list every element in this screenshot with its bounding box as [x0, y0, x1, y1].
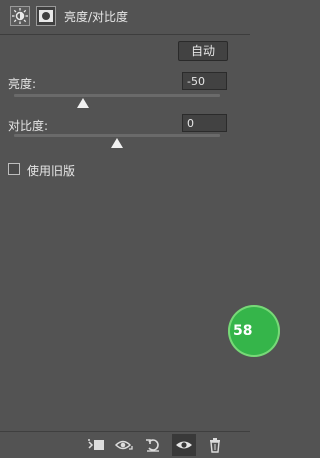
contrast-slider-track[interactable] [14, 134, 220, 137]
panel-footer [0, 431, 250, 458]
legacy-label[interactable]: 使用旧版 [27, 162, 75, 179]
status-badge: 58 [228, 305, 280, 357]
brightness-slider-track[interactable] [14, 94, 220, 97]
clip-to-layer-icon[interactable] [86, 436, 106, 454]
brightness-slider-thumb[interactable] [76, 98, 89, 108]
trash-icon[interactable] [205, 436, 225, 454]
header-divider [0, 34, 250, 35]
panel-header: 亮度/对比度 [0, 0, 250, 34]
visibility-eye-icon[interactable] [172, 434, 196, 456]
view-previous-icon[interactable] [114, 436, 134, 454]
layer-mask-icon[interactable] [36, 6, 56, 26]
reset-icon[interactable] [144, 436, 164, 454]
contrast-label: 对比度: [8, 119, 49, 133]
brightness-input[interactable] [182, 72, 227, 90]
auto-button[interactable]: 自动 [178, 41, 228, 61]
contrast-input[interactable] [182, 114, 227, 132]
legacy-checkbox[interactable] [8, 163, 20, 175]
adjustment-sun-icon[interactable] [10, 6, 30, 26]
brightness-label: 亮度: [8, 77, 37, 91]
contrast-slider-thumb[interactable] [111, 138, 123, 148]
panel-title: 亮度/对比度 [64, 10, 129, 24]
